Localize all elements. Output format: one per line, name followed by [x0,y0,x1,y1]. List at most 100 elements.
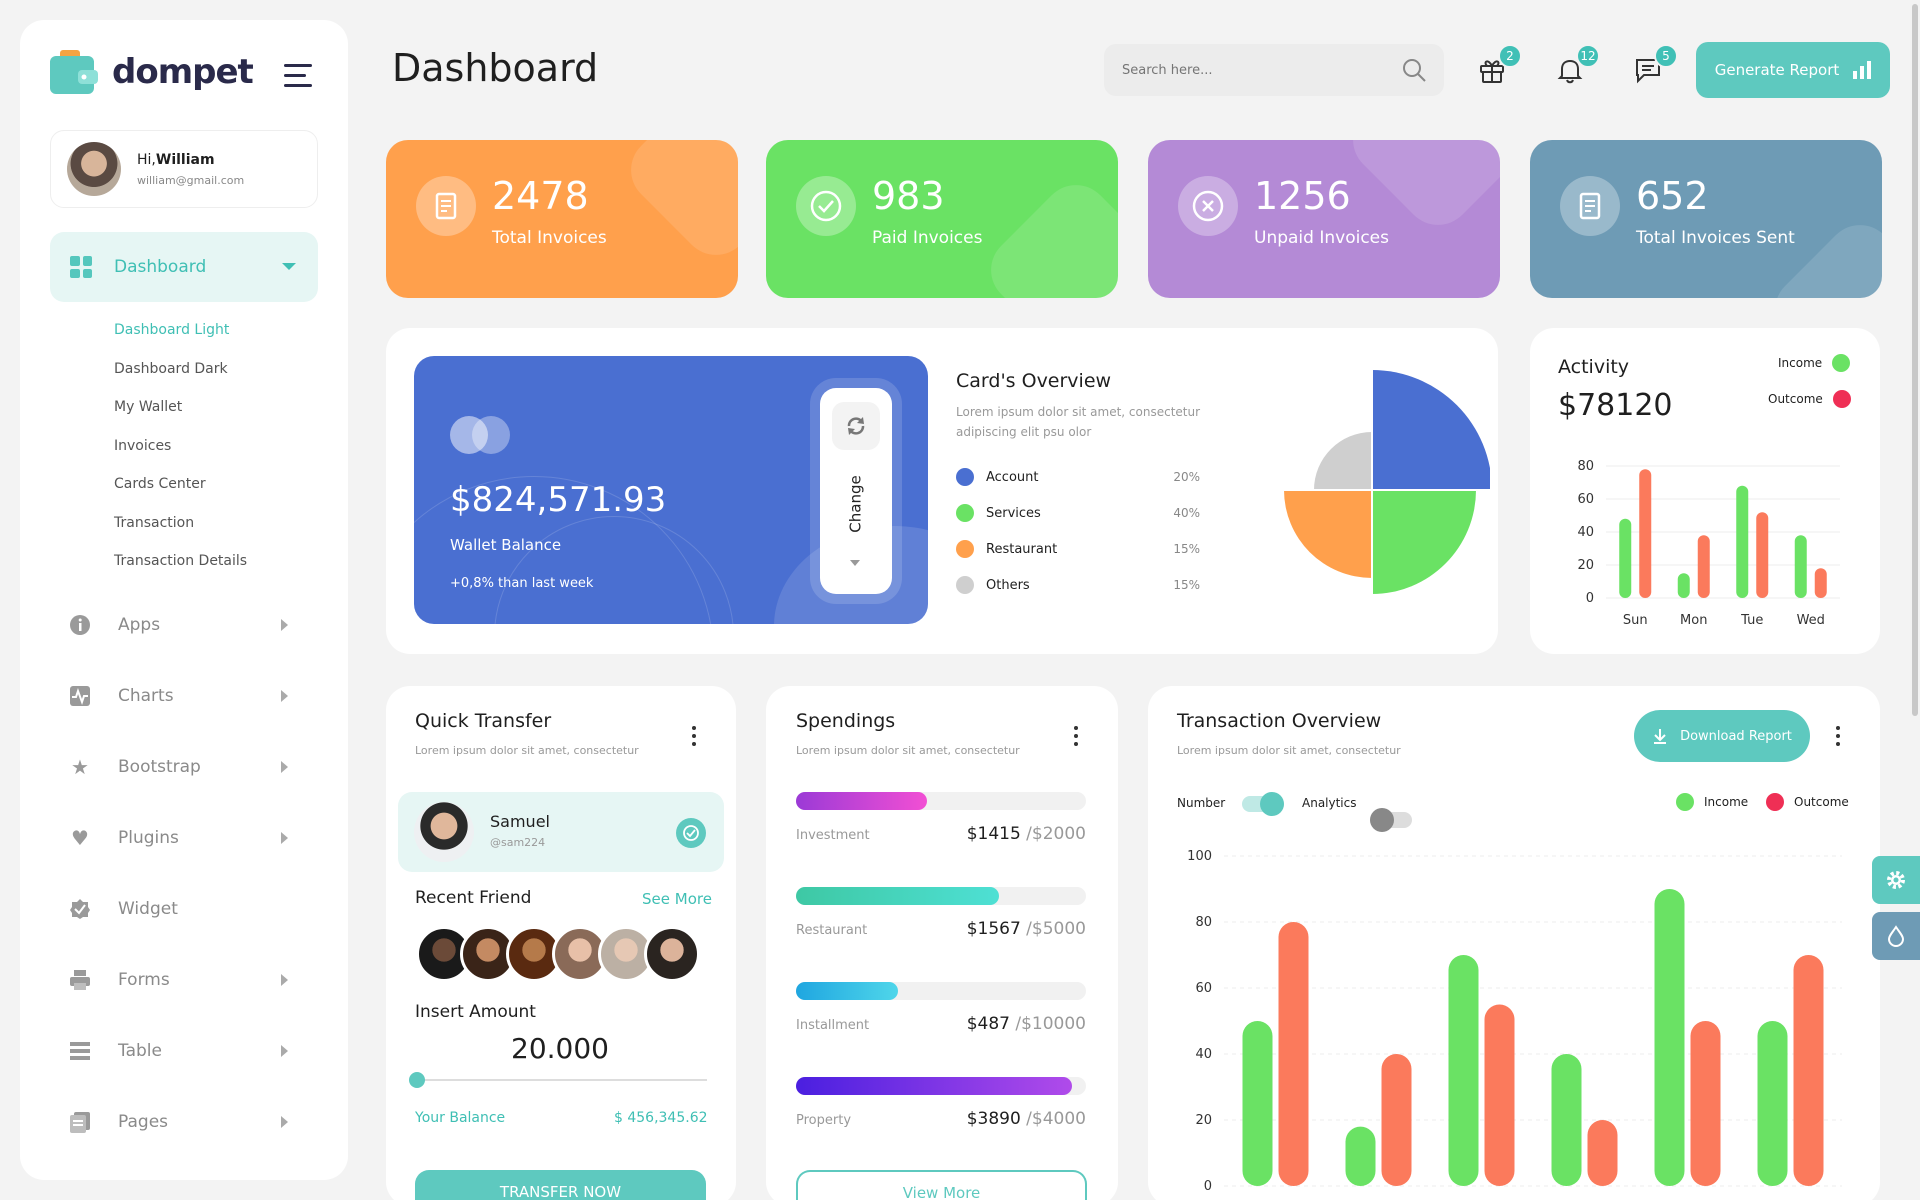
sidebar-item-label: Widget [118,899,178,919]
selected-contact[interactable]: Samuel @sam224 [398,792,724,872]
stat-card-total-invoices[interactable]: 2478 Total Invoices [386,140,738,298]
y-tick-label: 60 [1195,981,1212,996]
stat-value: 2478 [492,174,589,218]
x-circle-icon [1178,176,1238,236]
spendings-title: Spendings [796,710,896,732]
sidebar-item-table[interactable]: Table [68,1031,318,1071]
spending-label: Installment [796,1018,870,1033]
submenu-transaction[interactable]: Transaction [114,515,194,531]
download-report-button[interactable]: Download Report [1634,710,1810,762]
amount-input[interactable]: 20.000 [415,1032,705,1065]
x-tick-label: Wed [1797,613,1825,628]
bar-income [1794,535,1807,598]
view-more-button[interactable]: View More [796,1170,1087,1200]
receipt-icon [1560,176,1620,236]
stat-label: Unpaid Invoices [1254,228,1389,248]
stat-label: Paid Invoices [872,228,983,248]
polar-segment-account [1372,370,1490,490]
sidebar-item-forms[interactable]: Forms [68,960,318,1000]
sidebar-item-pages[interactable]: Pages [68,1102,318,1142]
droplet-icon [1887,925,1905,947]
wallet-balance: $824,571.93 [450,480,667,520]
gift-badge: 2 [1498,44,1522,68]
spending-value: $1415 [966,824,1021,844]
stat-card-paid-invoices[interactable]: 983 Paid Invoices [766,140,1118,298]
x-tick-label: Tue [1740,613,1763,628]
settings-button[interactable] [1872,856,1920,904]
spending-value: $487 [966,1014,1010,1034]
submenu-my-wallet[interactable]: My Wallet [114,399,182,415]
cards-overview-polar-chart [1254,368,1490,604]
app-name: dompet [112,52,254,92]
sidebar-item-charts[interactable]: Charts [68,676,318,716]
y-tick-label: 20 [1195,1113,1212,1128]
spending-amount: $487 /$10000 [870,1014,1086,1034]
amount-slider-track[interactable] [409,1072,707,1088]
polar-segment-restaurant [1284,490,1372,578]
sidebar-item-widget[interactable]: Widget [68,889,318,929]
x-tick-label: Sun [1623,613,1648,628]
wallet-balance-label: Wallet Balance [450,536,562,554]
polar-segment-others [1314,432,1372,490]
notifications-button[interactable]: 12 [1550,44,1600,90]
chevron-right-icon [281,832,288,844]
change-button[interactable]: Change [820,388,892,594]
stat-card-unpaid-invoices[interactable]: 1256 Unpaid Invoices [1148,140,1500,298]
x-tick-label: Mon [1680,613,1707,628]
friend-avatar[interactable] [644,926,700,982]
bar-outcome [1278,922,1309,1186]
search-bar [1104,44,1444,96]
more-options-icon[interactable] [1074,726,1080,750]
bar-income [1345,1126,1376,1186]
sidebar-item-dashboard[interactable]: Dashboard [50,232,318,302]
user-card[interactable]: Hi,William william@gmail.com [50,130,318,208]
menu-toggle-icon[interactable] [284,64,312,94]
transfer-now-button[interactable]: TRANSFER NOW [415,1170,706,1200]
wallet-logo-icon [50,50,98,94]
insert-amount-label: Insert Amount [415,1002,536,1022]
analytics-toggle[interactable] [1370,808,1412,832]
sidebar-item-plugins[interactable]: ♥ Plugins [68,818,318,858]
search-icon[interactable] [1402,58,1426,82]
submenu-invoices[interactable]: Invoices [114,438,171,454]
bar-chart-icon [1853,61,1872,79]
sidebar-item-label: Table [118,1041,162,1061]
sidebar-item-bootstrap[interactable]: ★ Bootstrap [68,747,318,787]
bar-income [1242,1021,1273,1186]
table-icon [68,1039,92,1063]
spending-amount: $1415 /$2000 [870,824,1086,844]
chevron-right-icon [281,1045,288,1057]
your-balance-value: $ 456,345.62 [614,1110,708,1126]
polar-segment-services [1372,490,1476,594]
submenu-transaction-details[interactable]: Transaction Details [114,553,247,569]
page-title: Dashboard [392,46,599,90]
submenu-dashboard-light[interactable]: Dashboard Light [114,322,229,338]
bar-outcome [1484,1004,1515,1186]
search-input[interactable] [1122,62,1372,78]
see-more-link[interactable]: See More [642,890,712,908]
cards-overview-title: Card's Overview [956,370,1112,392]
more-options-icon[interactable] [692,726,698,750]
submenu-dashboard-dark[interactable]: Dashboard Dark [114,361,228,377]
legend-services: Services 40% [956,504,1200,522]
logo[interactable]: dompet [50,48,254,96]
stat-value: 1256 [1254,174,1351,218]
sidebar-item-apps[interactable]: Apps [68,605,318,645]
cards-overview-desc: Lorem ipsum dolor sit amet, consectetur … [956,405,1201,439]
bar-income [1551,1054,1582,1186]
messages-button[interactable]: 5 [1628,44,1678,90]
number-toggle[interactable] [1242,792,1284,816]
scrollbar-thumb[interactable] [1912,4,1918,716]
activity-legend-income: Income [1778,354,1851,372]
amount-slider-handle[interactable] [409,1072,425,1088]
theme-button[interactable] [1872,912,1920,960]
wallet-card[interactable]: $824,571.93 Wallet Balance +0,8% than la… [414,356,928,624]
spending-label: Investment [796,828,870,843]
generate-report-button[interactable]: Generate Report [1696,42,1890,98]
more-options-icon[interactable] [1836,726,1842,750]
stat-card-total-invoices-sent[interactable]: 652 Total Invoices Sent [1530,140,1882,298]
submenu-cards-center[interactable]: Cards Center [114,476,206,492]
gift-button[interactable]: 2 [1472,44,1522,90]
generate-report-label: Generate Report [1714,61,1840,79]
bar-income [1654,889,1685,1186]
